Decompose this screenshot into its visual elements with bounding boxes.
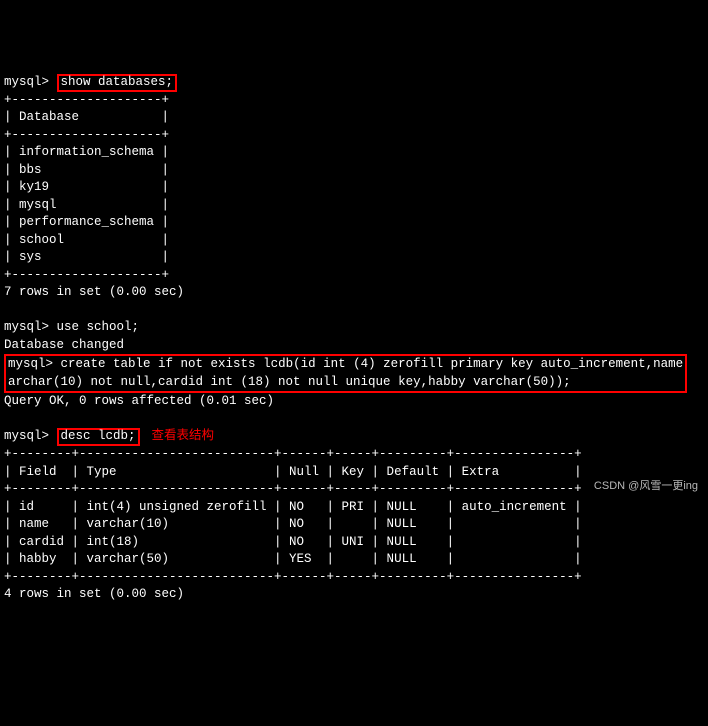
result-status: Query OK, 0 rows affected (0.01 sec) — [4, 394, 274, 408]
prompt: mysql> — [4, 75, 49, 89]
table-row: | bbs | — [4, 163, 169, 177]
command-use: use school; — [57, 320, 140, 334]
table-border: +--------------------+ — [4, 128, 169, 142]
table-header: | Field | Type | Null | Key | Default | … — [4, 465, 582, 479]
table-row: | sys | — [4, 250, 169, 264]
table-border: +--------+--------------------------+---… — [4, 482, 582, 496]
watermark: CSDN @风雪一更ing — [594, 479, 698, 494]
table-border: +--------------------+ — [4, 93, 169, 107]
table-row: | ky19 | — [4, 180, 169, 194]
prompt: mysql> — [8, 357, 53, 371]
table-row: | name | varchar(10) | NO | | NULL | | — [4, 517, 582, 531]
table-header: | Database | — [4, 110, 169, 124]
command-desc: desc lcdb; — [57, 428, 140, 446]
create-line2: archar(10) not null,cardid int (18) not … — [8, 375, 571, 389]
prompt: mysql> — [4, 320, 49, 334]
prompt: mysql> — [4, 429, 49, 443]
table-border: +--------+--------------------------+---… — [4, 570, 582, 584]
annotation-text: 查看表结构 — [152, 429, 215, 443]
command-create-table: mysql> create table if not exists lcdb(i… — [4, 354, 687, 393]
create-line1: create table if not exists lcdb(id int (… — [61, 357, 684, 371]
table-row: | id | int(4) unsigned zerofill | NO | P… — [4, 500, 582, 514]
db-changed: Database changed — [4, 338, 124, 352]
table-row: | cardid | int(18) | NO | UNI | NULL | | — [4, 535, 582, 549]
table-row: | performance_schema | — [4, 215, 169, 229]
result-status: 7 rows in set (0.00 sec) — [4, 285, 184, 299]
table-border: +--------------------+ — [4, 268, 169, 282]
table-row: | habby | varchar(50) | YES | | NULL | | — [4, 552, 582, 566]
table-row: | school | — [4, 233, 169, 247]
table-row: | mysql | — [4, 198, 169, 212]
terminal-output: mysql> show databases; +----------------… — [4, 74, 704, 604]
table-row: | information_schema | — [4, 145, 169, 159]
command-show-databases: show databases; — [57, 74, 178, 92]
table-border: +--------+--------------------------+---… — [4, 447, 582, 461]
result-status: 4 rows in set (0.00 sec) — [4, 587, 184, 601]
